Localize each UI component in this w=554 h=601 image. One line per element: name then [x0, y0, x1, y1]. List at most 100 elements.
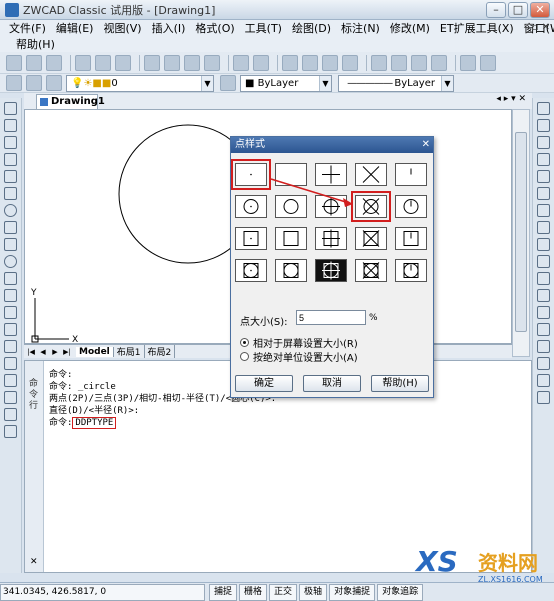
ellipse-arc-icon[interactable] [4, 272, 17, 285]
design-center-icon[interactable] [391, 54, 407, 71]
point-style-option[interactable] [275, 259, 307, 282]
osnap-toggle[interactable]: 对象捕捉 [329, 583, 376, 601]
polygon-icon[interactable] [4, 153, 17, 166]
command-input[interactable]: DDPTYPE [72, 417, 117, 429]
radio-button[interactable] [240, 352, 249, 361]
gradient-icon[interactable] [4, 357, 17, 370]
scrollbar-thumb[interactable] [515, 132, 527, 332]
menu-item[interactable]: 编辑(E) [56, 20, 94, 36]
make-block-icon[interactable] [4, 306, 17, 319]
wipeout-icon[interactable] [4, 391, 17, 404]
publish-icon[interactable] [115, 54, 131, 71]
tab-controls[interactable]: ◂ ▸ ▾ ✕ [496, 94, 526, 104]
radio-button[interactable] [240, 338, 249, 347]
command-prompt-line[interactable]: 命令: DDPTYPE [49, 417, 117, 429]
point-style-option[interactable] [275, 163, 307, 186]
tab-drawing1[interactable]: Drawing1 [36, 94, 105, 109]
point-style-option[interactable] [315, 195, 347, 218]
point-icon[interactable] [4, 323, 17, 336]
hatch-icon[interactable] [4, 340, 17, 353]
layer-combo[interactable]: 💡☀■■0 ▼ [66, 74, 214, 92]
point-style-option[interactable] [315, 259, 347, 282]
command-window-handle[interactable]: 命令行 ✕ [25, 361, 44, 572]
undo-icon[interactable] [233, 54, 249, 71]
open-folder-icon[interactable] [26, 54, 42, 71]
print-icon[interactable] [75, 54, 91, 71]
copy-icon[interactable] [164, 54, 180, 71]
tool-palette-icon[interactable] [411, 54, 427, 71]
new-file-icon[interactable] [6, 54, 22, 71]
menu-item[interactable]: 修改(M) [390, 20, 430, 36]
chamfer-icon[interactable] [537, 323, 550, 336]
rectangle-icon[interactable] [4, 170, 17, 183]
point-style-option[interactable] [355, 227, 387, 250]
zoom-magnifier-icon[interactable] [460, 54, 476, 71]
offset-icon[interactable] [537, 153, 550, 166]
menu-item[interactable]: ET扩展工具(X) [440, 20, 514, 36]
menu-item[interactable]: 插入(I) [152, 20, 186, 36]
maximize-button[interactable]: □ [508, 2, 528, 18]
close-icon[interactable]: ✕ [30, 557, 38, 567]
point-style-option[interactable] [275, 227, 307, 250]
menu-item[interactable]: 视图(V) [103, 20, 141, 36]
menu-help[interactable]: 帮助(H) [16, 36, 55, 52]
menu-item[interactable]: 绘图(D) [292, 20, 331, 36]
point-style-option[interactable] [235, 195, 267, 218]
move-icon[interactable] [537, 187, 550, 200]
close-button[interactable]: ✕ [530, 2, 550, 18]
stretch-icon[interactable] [537, 238, 550, 251]
trim-icon[interactable] [537, 255, 550, 268]
radio-absolute-units[interactable]: 按绝对单位设置大小(A) [240, 349, 358, 364]
rotate-icon[interactable] [537, 204, 550, 217]
pan-hand-icon[interactable] [282, 54, 298, 71]
paste-icon[interactable] [184, 54, 200, 71]
point-style-option[interactable] [235, 227, 267, 250]
tab-layout2[interactable]: 布局2 [145, 345, 176, 358]
point-style-option[interactable] [315, 163, 347, 186]
cancel-button[interactable]: 取消 [303, 375, 361, 392]
layer-manager-icon[interactable] [6, 75, 22, 91]
document-window-controls[interactable]: – ▫ ✕ [523, 22, 550, 33]
properties-icon[interactable] [371, 54, 387, 71]
circle-icon[interactable] [4, 204, 17, 217]
layer-tool-icon[interactable] [220, 75, 236, 91]
tab-model[interactable]: Model [76, 346, 114, 357]
menu-item[interactable]: 文件(F) [9, 20, 46, 36]
minimize-button[interactable]: – [486, 2, 506, 18]
print-preview-icon[interactable] [95, 54, 111, 71]
linetype-combo[interactable]: ————— ByLayer ▼ [338, 74, 454, 92]
point-style-option[interactable] [315, 227, 347, 250]
arc-icon[interactable] [4, 187, 17, 200]
first-tab-icon[interactable]: |◀ [26, 347, 36, 357]
edit-polyline-icon[interactable] [537, 374, 550, 387]
zoom-previous-icon[interactable] [342, 54, 358, 71]
prev-tab-icon[interactable]: ◀ [38, 347, 48, 357]
table-icon[interactable] [4, 408, 17, 421]
explode-icon[interactable] [537, 357, 550, 370]
join-icon[interactable] [537, 306, 550, 319]
mirror-icon[interactable] [537, 136, 550, 149]
menu-item[interactable]: 标注(N) [341, 20, 380, 36]
construction-line-icon[interactable] [4, 119, 17, 132]
polar-toggle[interactable]: 极轴 [299, 583, 328, 601]
revision-cloud-icon[interactable] [4, 221, 17, 234]
ortho-toggle[interactable]: 正交 [269, 583, 298, 601]
make-current-layer-icon[interactable] [46, 75, 62, 91]
cut-icon[interactable] [144, 54, 160, 71]
grid-toggle[interactable]: 栅格 [239, 583, 268, 601]
insert-block-icon[interactable] [4, 289, 17, 302]
dialog-close-button[interactable]: ✕ [422, 137, 430, 153]
calculator-icon[interactable] [431, 54, 447, 71]
redo-icon[interactable] [253, 54, 269, 71]
point-style-option[interactable] [275, 195, 307, 218]
scale-icon[interactable] [537, 221, 550, 234]
point-style-option[interactable] [395, 227, 427, 250]
ellipse-icon[interactable] [4, 255, 17, 268]
break-icon[interactable] [537, 289, 550, 302]
erase-icon[interactable] [537, 102, 550, 115]
fillet-icon[interactable] [537, 340, 550, 353]
next-tab-icon[interactable]: ▶ [50, 347, 60, 357]
spline-icon[interactable] [4, 238, 17, 251]
vertical-scrollbar[interactable] [512, 109, 530, 357]
point-style-option[interactable] [355, 259, 387, 282]
